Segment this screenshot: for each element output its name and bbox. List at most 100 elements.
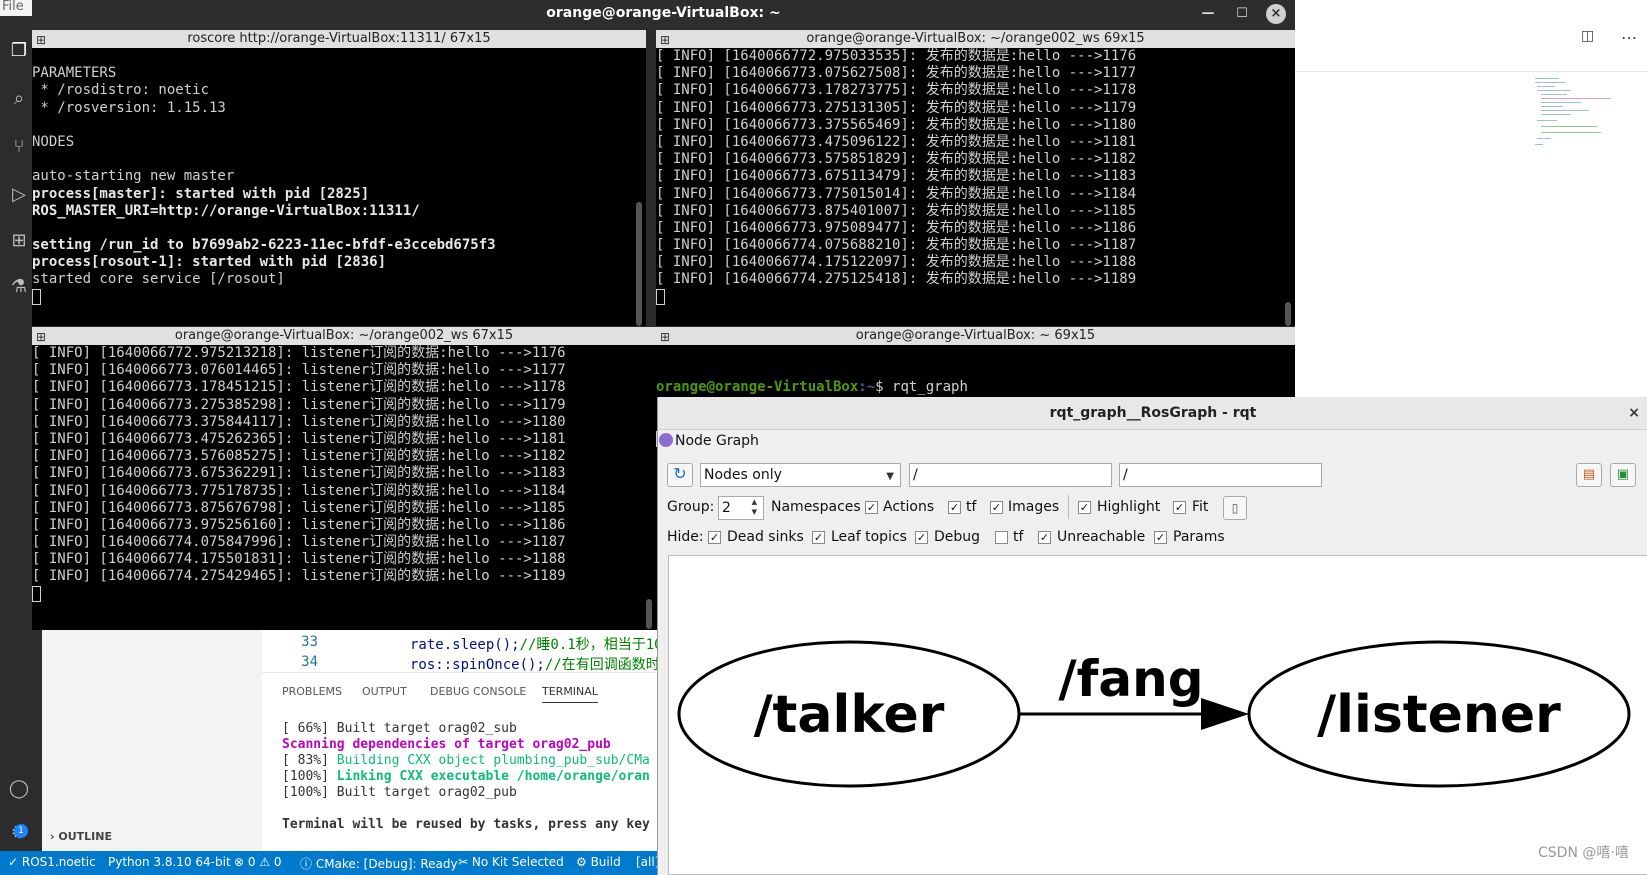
watermark: CSDN @嘻·嘻 (1538, 845, 1629, 861)
split-editor-icon[interactable]: ◫ (1581, 28, 1594, 44)
line-number: 33 (301, 634, 318, 650)
debug-checkbox[interactable]: ✓ (915, 531, 928, 544)
fit-view-button[interactable]: ▯ (1223, 496, 1247, 520)
terminal-line: [ INFO] [1640066774.175122097]: 发布的数据是:h… (656, 254, 1137, 271)
topic-filter-input[interactable]: / (1119, 463, 1322, 487)
tf-hide-checkbox[interactable] (995, 531, 1008, 544)
dead-sinks-checkbox[interactable]: ✓ (708, 531, 721, 544)
rqt-titlebar[interactable]: rqt_graph__RosGraph - rqt × (658, 397, 1647, 430)
status-ros[interactable]: ✓ ROS1.noetic (8, 855, 96, 869)
image-icon: ▣ (1616, 467, 1630, 482)
side-bar: › OUTLINE (42, 630, 262, 851)
leaf-topics-checkbox[interactable]: ✓ (812, 531, 825, 544)
tab-debug-console[interactable]: DEBUG CONSOLE (430, 685, 526, 698)
params-checkbox[interactable]: ✓ (1154, 531, 1167, 544)
edge-arrowhead (1201, 698, 1249, 730)
status-kit[interactable]: ✂ No Kit Selected (458, 855, 564, 869)
window-title: orange@orange-VirtualBox: ~ (546, 5, 781, 21)
tab-output[interactable]: OUTPUT (362, 685, 407, 698)
images-checkbox[interactable]: ✓ (990, 501, 1003, 514)
node-listener-label: /listener (1317, 685, 1561, 745)
namespaces-label: Namespaces (771, 499, 861, 515)
terminal-line: [ INFO] [1640066774.075688210]: 发布的数据是:h… (656, 237, 1137, 254)
pane-roscore[interactable]: ⊞ roscore http://orange-VirtualBox:11311/… (32, 30, 646, 326)
outline-section[interactable]: › OUTLINE (50, 830, 112, 843)
terminal-line: process[rosout-1]: started with pid [283… (32, 254, 387, 271)
pane-listener[interactable]: ⊞ orange@orange-VirtualBox: ~/orange002_w… (32, 327, 656, 630)
status-cmake[interactable]: ⓘ CMake: [Debug]: Ready (300, 855, 458, 872)
pane-grid-icon[interactable]: ⊞ (36, 328, 46, 346)
terminator-titlebar[interactable]: orange@orange-VirtualBox: ~ — ☐ × (32, 0, 1295, 28)
explorer-icon[interactable]: ❐ (6, 38, 32, 64)
pane-title-bar[interactable]: ⊞ orange@orange-VirtualBox: ~ 69x15 (656, 327, 1295, 345)
run-debug-icon[interactable]: ▷ (6, 182, 32, 208)
terminal-line: [ INFO] [1640066773.178273775]: 发布的数据是:h… (656, 82, 1137, 99)
pane-publisher[interactable]: ⊞ orange@orange-VirtualBox: ~/orange002_w… (656, 30, 1295, 326)
status-target[interactable]: [all] (636, 855, 659, 869)
terminal-line: PARAMETERS (32, 65, 117, 82)
minimap[interactable] (1515, 76, 1611, 156)
terminal-line: Scanning dependencies of target orag02_p… (282, 737, 611, 752)
terminal-line: [ INFO] [1640066773.875401007]: 发布的数据是:h… (656, 202, 1137, 219)
pane-title-bar[interactable]: ⊞ roscore http://orange-VirtualBox:11311/… (32, 30, 646, 48)
rqt-window: rqt_graph__RosGraph - rqt × Node Graph ↻… (657, 397, 1647, 875)
terminal-line: [ INFO] [1640066774.275429465]: listener… (32, 568, 566, 585)
node-talker-label: /talker (754, 685, 945, 745)
terminal-line: [ INFO] [1640066773.475262365]: listener… (32, 430, 566, 447)
terminal-line: [ INFO] [1640066773.375565469]: 发布的数据是:h… (656, 116, 1137, 133)
pane-output: [ INFO] [1640066772.975033535]: 发布的数据是:h… (656, 48, 1281, 326)
maximize-icon[interactable]: ☐ (1232, 4, 1252, 24)
actions-checkbox[interactable]: ✓ (865, 501, 878, 514)
status-python[interactable]: Python 3.8.10 64-bit (108, 855, 231, 869)
load-dot-button[interactable]: ▤ (1576, 463, 1602, 487)
pane-grid-icon[interactable]: ⊞ (660, 328, 670, 346)
fit-checkbox[interactable]: ✓ (1173, 501, 1186, 514)
terminal-line: [ INFO] [1640066773.975256160]: listener… (32, 516, 566, 533)
graph-mode-select[interactable]: Nodes only ▼ (700, 463, 901, 487)
terminal-line: [ 83%] Building CXX object plumbing_pub_… (282, 753, 650, 768)
edge-topic-label: /fang (1058, 650, 1203, 708)
pane-scrollbar[interactable] (646, 349, 654, 629)
unreachable-checkbox[interactable]: ✓ (1038, 531, 1051, 544)
more-actions-icon[interactable]: … (1621, 24, 1637, 43)
group-spinbox[interactable]: 2 ▲ ▼ (718, 496, 764, 520)
refresh-button[interactable]: ↻ (667, 463, 693, 487)
terminal-line: [ INFO] [1640066773.875676798]: listener… (32, 499, 566, 516)
status-problems[interactable]: ⊗ 0 ⚠ 0 (234, 855, 282, 869)
status-build[interactable]: ⚙ Build (576, 855, 621, 869)
pane-scrollbar[interactable] (636, 52, 644, 326)
pane-scrollbar[interactable] (1285, 52, 1293, 326)
folder-icon: ▤ (1582, 467, 1596, 482)
close-icon[interactable]: × (1628, 397, 1640, 430)
code-editor[interactable]: 33 rate.sleep();//睡0.1秒，相当于10 34 ros::sp… (262, 630, 663, 673)
tab-problems[interactable]: PROBLEMS (282, 685, 342, 698)
tf-group-checkbox[interactable]: ✓ (948, 501, 961, 514)
graph-svg: /talker /listener /fang (677, 640, 1631, 788)
highlight-checkbox[interactable]: ✓ (1078, 501, 1091, 514)
terminal-line: [ INFO] [1640066774.075847996]: listener… (32, 534, 566, 551)
pane-grid-icon[interactable]: ⊞ (36, 31, 46, 49)
leaf-topics-label: Leaf topics (831, 529, 907, 545)
close-icon[interactable]: × (1266, 4, 1286, 24)
source-control-icon[interactable]: ⑂ (6, 134, 32, 160)
tab-terminal[interactable]: TERMINAL (542, 685, 598, 703)
pane-title-bar[interactable]: ⊞ orange@orange-VirtualBox: ~/orange002_w… (656, 30, 1295, 48)
pane-output: [ INFO] [1640066772.975213218]: listener… (32, 345, 642, 630)
search-icon[interactable]: ⌕ (6, 86, 32, 112)
testing-icon[interactable]: ⚗ (6, 274, 32, 300)
terminal-cursor-line (656, 288, 1281, 306)
graph-canvas[interactable]: /talker /listener /fang (668, 555, 1647, 875)
save-image-button[interactable]: ▣ (1610, 463, 1636, 487)
terminal-line: setting /run_id to b7699ab2-6223-11ec-bf… (32, 237, 496, 254)
fit-label: Fit (1192, 499, 1209, 515)
refresh-icon: ↻ (673, 464, 687, 483)
terminal-line: [100%] Built target orag02_pub (282, 785, 517, 800)
namespace-filter-input[interactable]: / (909, 463, 1112, 487)
account-icon[interactable]: ◯ (6, 776, 32, 802)
pane-grid-icon[interactable]: ⊞ (660, 31, 670, 49)
file-menu[interactable]: File (0, 0, 34, 16)
pane-title-bar[interactable]: ⊞ orange@orange-VirtualBox: ~/orange002_w… (32, 327, 656, 345)
extensions-icon[interactable]: ⊞ (6, 228, 32, 254)
toolbar-separator (1068, 495, 1069, 519)
minimize-icon[interactable]: — (1198, 4, 1218, 24)
